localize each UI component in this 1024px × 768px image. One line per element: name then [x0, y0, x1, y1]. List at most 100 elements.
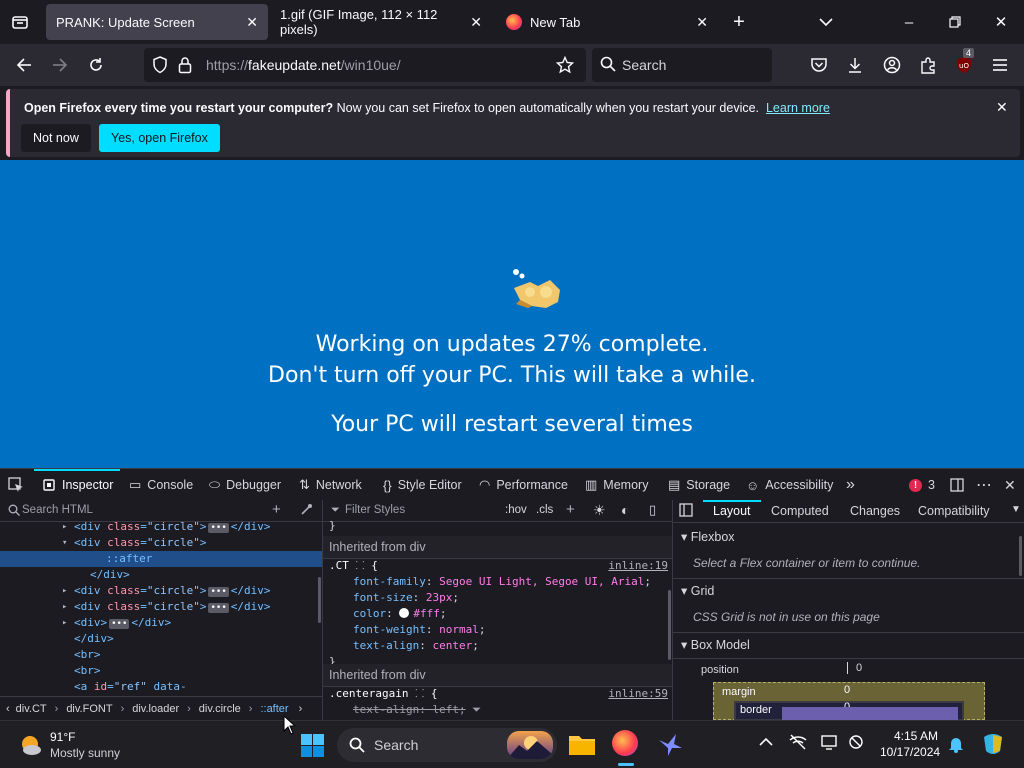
css-declaration[interactable]: font-weight: normal; [323, 622, 672, 638]
markup-node[interactable]: <br> [0, 647, 322, 663]
box-model-position-value[interactable]: 0 [847, 662, 862, 674]
add-node-icon[interactable]: + [272, 501, 281, 518]
close-tab-icon[interactable]: ✕ [696, 14, 708, 31]
expand-node-icon[interactable]: ▸ [62, 599, 67, 615]
new-tab-button[interactable]: + [717, 0, 761, 44]
start-button[interactable] [300, 733, 325, 758]
more-tools-chevron-icon[interactable]: » [846, 469, 855, 501]
learn-more-link[interactable]: Learn more [766, 101, 830, 115]
rule-source-link[interactable]: inline:59 [608, 686, 668, 702]
markup-node[interactable]: ▸ <div class="circle"> ••• </div> [0, 583, 322, 599]
breadcrumb-next-icon[interactable]: › [299, 703, 303, 715]
expand-node-icon[interactable]: ▸ [62, 583, 67, 599]
tab-compatibility[interactable]: Compatibility [918, 504, 990, 518]
close-window-button[interactable]: ✕ [978, 0, 1024, 44]
app-bird-icon[interactable] [656, 730, 684, 761]
box-model-section-header[interactable]: ▾ Box Model [681, 637, 750, 652]
css-property-value[interactable]: center [432, 639, 472, 652]
flexbox-section-header[interactable]: ▾ Flexbox [681, 529, 735, 544]
collapse-node-icon[interactable]: ▾ [62, 535, 67, 551]
tracking-protection-shield-icon[interactable] [152, 56, 168, 77]
collapsed-content-icon[interactable]: ••• [208, 603, 229, 613]
markup-node[interactable]: ▸ <div class="circle"> ••• </div> [0, 519, 322, 535]
tab-console[interactable]: ▭ Console [129, 469, 193, 501]
expand-node-icon[interactable]: ▸ [62, 615, 67, 631]
rule-selector[interactable]: .CT [329, 559, 349, 572]
taskbar-search-box[interactable]: Search [337, 728, 557, 762]
tab-layout[interactable]: Layout [713, 504, 751, 518]
markup-node[interactable]: <br> [0, 663, 322, 679]
layout-scrollbar[interactable] [1019, 536, 1022, 576]
hov-toggle[interactable]: :hov [505, 504, 527, 516]
css-property-name[interactable]: font-size [353, 591, 413, 604]
rule-selector[interactable]: .centeragain [329, 687, 408, 700]
css-declaration[interactable]: font-family: Segoe UI Light, Segoe UI, A… [323, 574, 672, 590]
battery-saver-icon[interactable] [848, 734, 866, 753]
breadcrumb-item[interactable]: div.loader [132, 703, 179, 715]
cls-toggle[interactable]: .cls [536, 504, 553, 516]
css-declaration[interactable]: text-align: center; [323, 638, 672, 654]
bookmark-star-icon[interactable] [555, 55, 575, 77]
display-icon[interactable] [821, 734, 839, 753]
pocket-icon[interactable] [804, 50, 834, 80]
list-all-tabs-icon[interactable] [803, 0, 849, 44]
css-property-value[interactable]: 23px [426, 591, 453, 604]
close-tab-icon[interactable]: ✕ [470, 14, 482, 31]
breadcrumb-prev-icon[interactable]: ‹ [6, 703, 10, 715]
back-button[interactable] [9, 50, 39, 80]
tab-computed[interactable]: Computed [771, 504, 829, 518]
tab-list-icon[interactable] [8, 10, 32, 34]
css-property-value[interactable]: Segoe UI Light, Segoe UI, Arial [439, 575, 644, 588]
markup-scrollbar[interactable] [318, 577, 321, 623]
breadcrumb-item[interactable]: div.circle [199, 703, 241, 715]
box-model-padding[interactable] [782, 707, 958, 721]
dock-side-icon[interactable] [950, 469, 964, 501]
tab-memory[interactable]: ▥ Memory [585, 469, 648, 501]
markup-node[interactable]: </div> [0, 567, 322, 583]
overridden-declaration[interactable]: text-align: left; [353, 703, 466, 716]
collapsed-content-icon[interactable]: ••• [109, 619, 130, 629]
filter-styles-input[interactable]: Filter Styles [345, 504, 405, 516]
clock-date[interactable]: 10/17/2024 [880, 745, 940, 759]
tab-performance[interactable]: ◠ Performance [479, 469, 568, 501]
grid-section-header[interactable]: ▾ Grid [681, 583, 714, 598]
error-count-badge[interactable]: ! 3 [909, 469, 935, 501]
tab-storage[interactable]: ▤ Storage [668, 469, 730, 501]
tab-debugger[interactable]: ⬭ Debugger [209, 469, 281, 501]
box-model-border[interactable]: border 0 [734, 701, 964, 721]
element-picker-icon[interactable] [8, 469, 24, 501]
tab-prank-update[interactable]: PRANK: Update Screen ✕ [46, 4, 268, 40]
light-theme-icon[interactable]: ☀ [593, 502, 606, 519]
show-hidden-icons-chevron[interactable] [759, 735, 773, 750]
firefox-taskbar-icon[interactable] [612, 730, 638, 756]
markup-node[interactable]: <a id="ref" data- [0, 679, 322, 695]
layout-tabs-overflow-icon[interactable]: ▼ [1011, 504, 1021, 515]
markup-node[interactable]: ▸ <div class="circle"> ••• </div> [0, 599, 322, 615]
clock-time[interactable]: 4:15 AM [894, 729, 938, 743]
tab-changes[interactable]: Changes [850, 504, 900, 518]
lock-icon[interactable] [178, 56, 192, 77]
markup-node-selected[interactable]: ::after [0, 551, 322, 567]
notification-bell-icon[interactable] [948, 735, 964, 756]
eyedropper-icon[interactable] [300, 503, 313, 519]
box-model-margin[interactable]: margin 0 border 0 [713, 682, 985, 721]
extensions-icon[interactable] [913, 50, 943, 80]
css-declaration[interactable]: color: #fff; [323, 606, 672, 622]
not-now-button[interactable]: Not now [21, 124, 91, 152]
url-bar[interactable]: https://fakeupdate.net/win10ue/ [144, 48, 586, 82]
account-icon[interactable] [877, 50, 907, 80]
yes-open-firefox-button[interactable]: Yes, open Firefox [99, 124, 220, 152]
add-rule-icon[interactable]: + [566, 501, 575, 518]
close-notification-icon[interactable]: ✕ [996, 99, 1008, 116]
margin-value[interactable]: 0 [844, 684, 850, 696]
close-tab-icon[interactable]: ✕ [246, 14, 258, 31]
rule-source-link[interactable]: inline:19 [608, 558, 668, 574]
print-media-icon[interactable]: ▯ [649, 502, 656, 518]
rules-scrollbar[interactable] [668, 590, 671, 660]
css-property-name[interactable]: font-weight [353, 623, 426, 636]
weather-widget[interactable]: 91°F Mostly sunny [18, 729, 138, 763]
downloads-icon[interactable] [840, 50, 870, 80]
tab-network[interactable]: ⇅ Network [299, 469, 362, 501]
dark-theme-icon[interactable]: ◐ [621, 502, 629, 518]
collapsed-content-icon[interactable]: ••• [208, 523, 229, 533]
